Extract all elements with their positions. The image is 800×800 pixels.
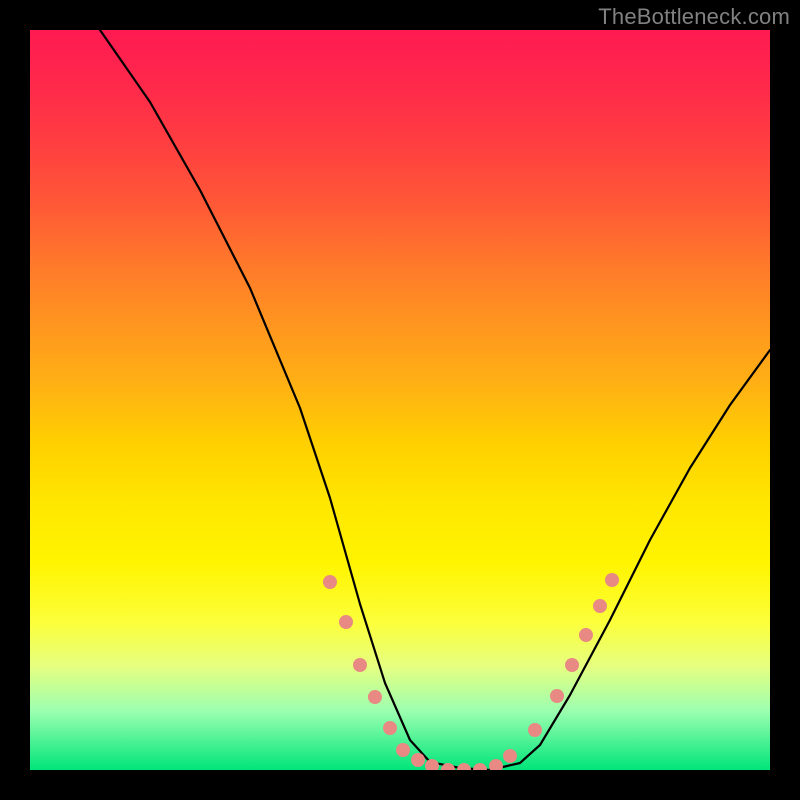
chart-svg [30,30,770,770]
data-point [323,575,337,589]
data-point [605,573,619,587]
data-point [503,749,517,763]
data-point [396,743,410,757]
data-point [565,658,579,672]
data-point [473,763,487,770]
data-point [425,759,439,770]
data-point [383,721,397,735]
data-point [579,628,593,642]
data-point [368,690,382,704]
data-point [457,763,471,770]
data-point [411,753,425,767]
data-point [593,599,607,613]
plot-area [30,30,770,770]
data-point [353,658,367,672]
data-point [339,615,353,629]
data-point [489,759,503,770]
chart-stage: TheBottleneck.com [0,0,800,800]
watermark-text: TheBottleneck.com [598,4,790,30]
bottleneck-curve [100,30,770,770]
data-point [528,723,542,737]
dots-group [323,573,619,770]
data-point [550,689,564,703]
